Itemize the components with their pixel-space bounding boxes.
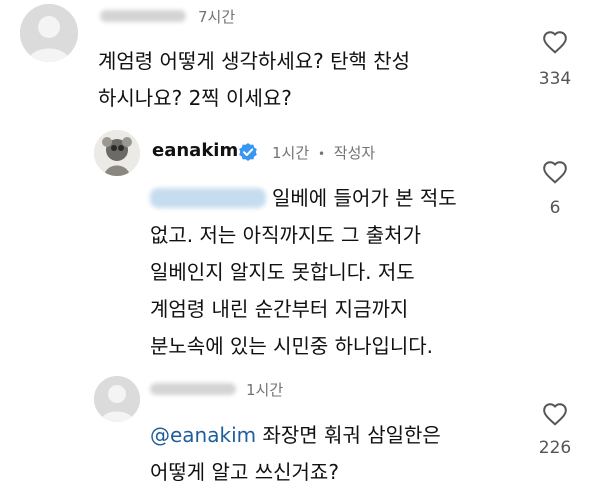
author-avatar[interactable] [94,130,140,176]
comment-line: 하시나요? 2찍 이세요? [98,86,292,110]
comment-meta: 1시간 • 작성자 [272,142,375,163]
comment-line: 분노속에 있는 시민중 하나입니다. [150,334,434,358]
username-redacted[interactable] [150,383,236,395]
author-avatar-image [94,130,140,176]
comment-time: 1시간 [272,144,310,162]
comment-time: 7시간 [198,8,236,26]
comment-line: 일베인지 알지도 못합니다. 저도 [150,260,415,284]
comment-line: 계엄령 어떻게 생각하세요? 탄핵 찬성 [98,49,411,73]
author-username[interactable]: eanakim [152,140,238,161]
mention-link[interactable]: @eanakim [150,423,256,447]
comment-text: 일베에 들어가 본 적도 없고. 저는 아직까지도 그 출처가 일베인지 알지도… [150,180,457,365]
comment-thread: 7시간 계엄령 어떻게 생각하세요? 탄핵 찬성 하시나요? 2찍 이세요? 3… [0,0,600,494]
default-avatar-icon [20,4,78,62]
comment-text: @eanakim 좌장면 훠궈 삼일한은 어떻게 알고 쓰신거죠? [150,417,441,491]
avatar[interactable] [94,376,140,422]
like-count: 6 [549,198,561,218]
like-count: 226 [538,438,572,458]
default-avatar-icon [94,376,140,422]
heart-icon[interactable] [542,402,568,426]
heart-icon[interactable] [542,30,568,54]
avatar[interactable] [20,4,78,62]
verified-badge-icon [239,143,257,161]
comment-line: 어떻게 알고 쓰신거죠? [150,460,339,484]
heart-icon[interactable] [542,160,568,184]
separator-dot: • [317,147,326,161]
comment-text: 계엄령 어떻게 생각하세요? 탄핵 찬성 하시나요? 2찍 이세요? [98,43,410,117]
username-redacted[interactable] [100,10,186,22]
comment-time: 1시간 [246,381,284,399]
author-label: 작성자 [333,144,376,162]
comment-line: 없고. 저는 아직까지도 그 출처가 [150,223,421,247]
like-count: 334 [538,69,572,89]
comment-line: 일베에 들어가 본 적도 [272,186,457,210]
comment-line: @eanakim 좌장면 훠궈 삼일한은 [150,423,441,447]
comment-line: 계엄령 내린 순간부터 지금까지 [150,297,409,321]
